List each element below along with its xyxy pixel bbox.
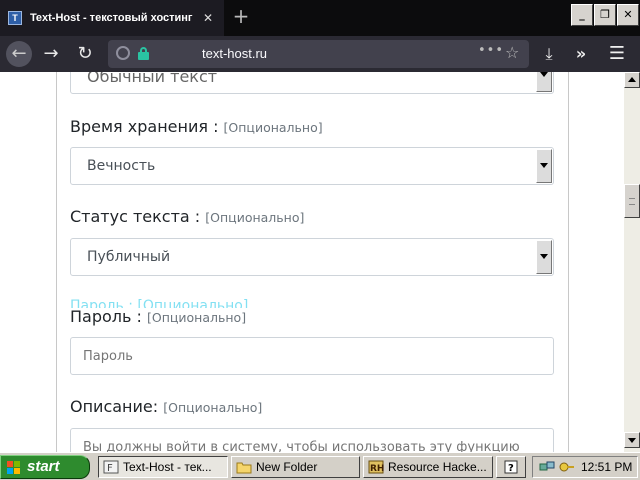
svg-text:RH: RH [370,464,384,474]
card-border-left [56,72,57,452]
taskbar-item-label: Resource Hacke... [388,460,487,474]
description-label-text: Описание: [70,397,159,416]
site-info-icon[interactable] [116,46,130,60]
taskbar-item-label: New Folder [256,460,318,474]
reload-button[interactable]: ↻ [72,41,98,67]
syntax-select-value: Обычный текст [87,72,218,86]
text-status-value: Публичный [87,249,171,265]
back-button[interactable]: ← [6,41,32,67]
scrollbar-thumb[interactable] [624,184,640,218]
syntax-select[interactable]: Обычный текст [70,72,554,94]
scroll-down-button[interactable] [624,432,640,448]
overflow-chevron-icon[interactable]: » [570,42,592,66]
chevron-down-icon[interactable] [536,72,552,92]
maximize-button[interactable]: ❐ [594,4,616,26]
vertical-scrollbar[interactable] [624,72,640,452]
clock[interactable]: 12:51 PM [581,460,632,474]
bookmark-star-icon[interactable]: ☆ [505,43,519,62]
description-label: Описание: [Опционально] [70,397,262,416]
system-tray: 12:51 PM [532,456,638,478]
folder-icon [236,462,252,474]
description-textarea[interactable] [70,428,554,452]
network-icon[interactable] [539,460,555,474]
card-border-right [568,72,569,452]
storage-time-value: Вечность [87,158,156,174]
resource-hacker-icon: RH [368,460,384,474]
close-window-button[interactable]: ✕ [617,4,639,26]
optional-hint: [Опционально] [223,120,323,135]
tab-close-icon[interactable]: ✕ [200,11,216,25]
text-status-label-text: Статус текста : [70,207,201,226]
password-label-text: Пароль : [70,307,142,326]
taskbar-item-firefox[interactable]: F Text-Host - тек... [98,456,228,478]
storage-time-label-text: Время хранения : [70,117,219,136]
start-label: start [27,458,60,475]
scroll-up-button[interactable] [624,72,640,88]
site-favicon-icon: T [8,11,22,25]
tab-title: Text-Host - текстовый хостинг [30,12,193,24]
start-button[interactable]: start [0,455,90,479]
taskbar-item-help[interactable]: ? [496,456,526,478]
url-text[interactable]: text-host.ru [202,46,267,61]
downloads-icon[interactable]: ⤓ [538,42,560,66]
key-icon[interactable] [559,460,575,474]
forward-button[interactable]: → [38,41,64,67]
tab-text-host[interactable]: T Text-Host - текстовый хостинг ✕ [0,0,224,36]
firefox-icon: F [103,460,119,474]
chevron-down-icon[interactable] [536,240,552,274]
minimize-button[interactable]: _ [571,4,593,26]
password-label: Пароль : [Опционально] [70,307,246,326]
storage-time-label: Время хранения : [Опционально] [70,117,323,136]
text-status-label: Статус текста : [Опционально] [70,207,304,226]
taskbar-item-label: Text-Host - тек... [123,460,212,474]
svg-text:F: F [107,463,113,474]
help-icon: ? [504,460,518,474]
menu-hamburger-icon[interactable]: ☰ [606,42,628,66]
tab-strip: T Text-Host - текстовый хостинг ✕ + _ ❐ … [0,0,640,36]
optional-hint: [Опционально] [147,310,247,325]
page-content: Обычный текст Время хранения : [Опционал… [0,72,624,452]
text-status-select[interactable]: Публичный [70,238,554,276]
lock-icon[interactable] [138,47,149,60]
optional-hint: [Опционально] [163,400,263,415]
navigation-bar: ← → ↻ text-host.ru ••• ☆ ⤓ » ☰ [0,36,640,72]
taskbar-item-resource-hacker[interactable]: RH Resource Hacke... [363,456,493,478]
optional-hint: [Опционально] [205,210,305,225]
password-input[interactable] [70,337,554,375]
taskbar-item-new-folder[interactable]: New Folder [231,456,360,478]
chevron-down-icon[interactable] [536,149,552,183]
page-actions-icon[interactable]: ••• [478,43,504,58]
windows-logo-icon [7,461,21,474]
taskbar: start F Text-Host - тек... New Folder RH… [0,452,640,480]
storage-time-select[interactable]: Вечность [70,147,554,185]
address-bar[interactable]: text-host.ru ••• ☆ [108,40,529,68]
new-tab-button[interactable]: + [230,5,252,27]
svg-text:?: ? [508,463,514,474]
